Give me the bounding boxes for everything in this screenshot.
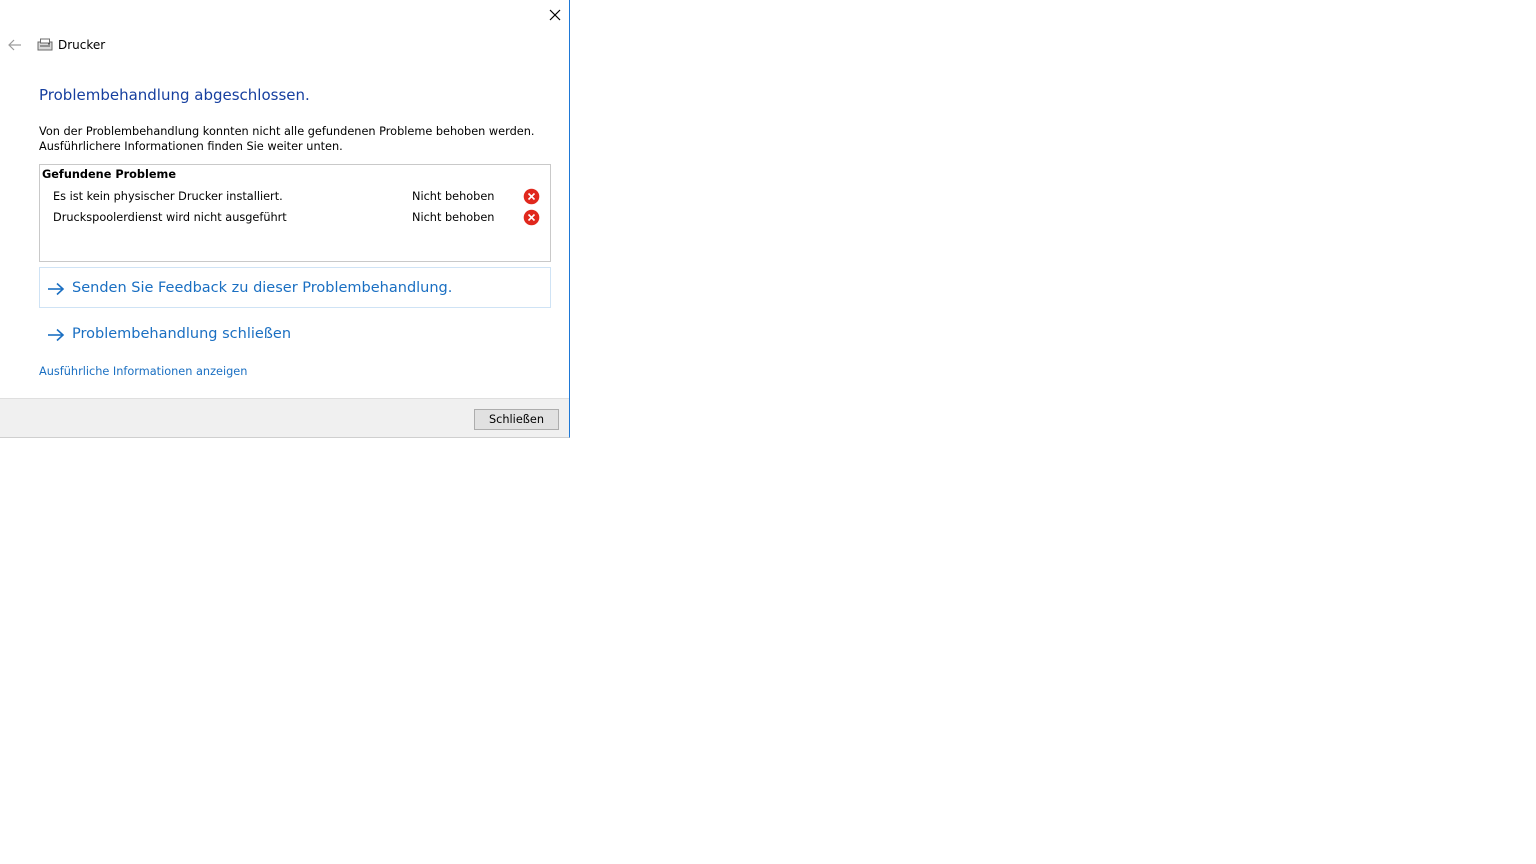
description-line: Von der Problembehandlung konnten nicht …	[39, 125, 535, 138]
page-title: Problembehandlung abgeschlossen.	[39, 86, 310, 104]
close-icon[interactable]	[544, 4, 566, 26]
details-link[interactable]: Ausführliche Informationen anzeigen	[39, 364, 247, 379]
feedback-link-label: Senden Sie Feedback zu dieser Problembeh…	[72, 280, 453, 296]
problems-list-title: Gefundene Probleme	[42, 168, 176, 181]
printer-icon	[37, 38, 53, 51]
title-bar: Drucker	[0, 30, 560, 60]
arrow-right-icon	[48, 282, 65, 296]
description: Von der Problembehandlung konnten nicht …	[39, 124, 534, 154]
problem-row: Es ist kein physischer Drucker installie…	[40, 186, 550, 206]
problems-list: Gefundene Probleme Es ist kein physische…	[39, 164, 551, 262]
back-arrow-icon[interactable]	[7, 37, 23, 53]
problem-status: Nicht behoben	[412, 190, 495, 203]
error-icon	[523, 209, 540, 226]
problem-row: Druckspoolerdienst wird nicht ausgeführt…	[40, 207, 550, 227]
close-button[interactable]: Schließen	[474, 409, 559, 430]
problem-name: Druckspoolerdienst wird nicht ausgeführt	[53, 211, 287, 224]
problem-name: Es ist kein physischer Drucker installie…	[53, 190, 283, 203]
footer: Schließen	[0, 398, 569, 437]
problem-status: Nicht behoben	[412, 211, 495, 224]
close-troubleshooter-link[interactable]: Problembehandlung schließen	[39, 322, 339, 348]
error-icon	[523, 188, 540, 205]
description-line: Ausführlichere Informationen finden Sie …	[39, 140, 343, 153]
window-title: Drucker	[58, 38, 106, 52]
feedback-link[interactable]: Senden Sie Feedback zu dieser Problembeh…	[39, 267, 551, 308]
close-troubleshooter-label: Problembehandlung schließen	[72, 326, 292, 342]
troubleshooter-window: Drucker Problembehandlung abgeschlossen.…	[0, 0, 570, 438]
arrow-right-icon	[48, 328, 65, 342]
